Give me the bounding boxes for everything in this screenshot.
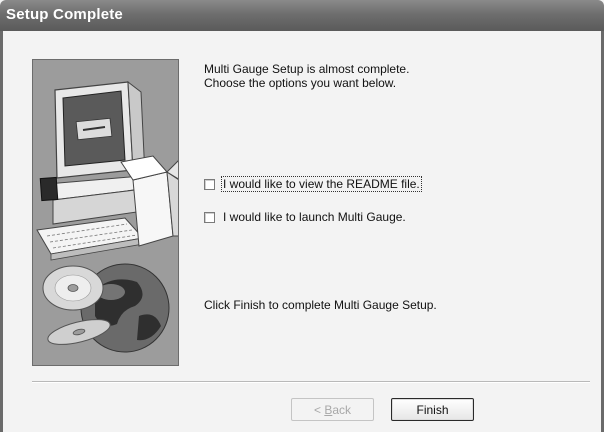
intro-line-2: Choose the options you want below. [204, 76, 397, 90]
button-separator [32, 381, 590, 383]
back-button[interactable]: < Back [291, 398, 374, 421]
setup-banner-image [32, 59, 179, 366]
title-bar[interactable]: Setup Complete [0, 0, 604, 31]
back-button-rest: ack [332, 402, 352, 417]
back-button-hotkey: B [324, 402, 333, 417]
window-frame-left [0, 31, 3, 432]
finish-instructions: Click Finish to complete Multi Gauge Set… [204, 298, 437, 312]
setup-dialog: Setup Complete Multi Gauge Setup is almo… [0, 0, 604, 432]
intro-line-1: Multi Gauge Setup is almost complete. [204, 62, 410, 76]
readme-option-label[interactable]: I would like to view the README file. [221, 176, 422, 192]
window-title: Setup Complete [6, 6, 123, 23]
readme-option[interactable]: I would like to view the README file. [204, 176, 422, 192]
intro-text: Multi Gauge Setup is almost complete. Ch… [204, 62, 409, 90]
launch-checkbox[interactable] [204, 211, 215, 223]
back-button-prefix: < [313, 402, 325, 417]
finish-button[interactable]: Finish [391, 398, 474, 421]
launch-option-label[interactable]: I would like to launch Multi Gauge. [222, 210, 407, 224]
launch-option[interactable]: I would like to launch Multi Gauge. [204, 209, 407, 225]
readme-checkbox[interactable] [204, 178, 215, 190]
